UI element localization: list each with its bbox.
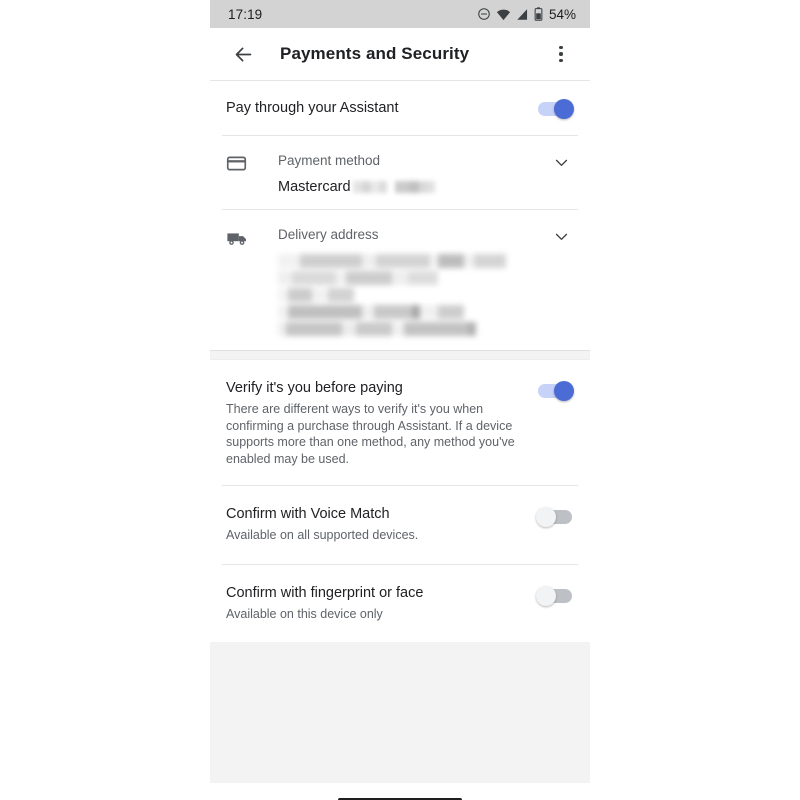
overflow-menu-button[interactable] (546, 37, 576, 71)
back-button[interactable] (226, 37, 260, 71)
toggle-thumb (536, 585, 556, 606)
back-arrow-icon (235, 47, 251, 61)
credit-card-icon (226, 152, 260, 174)
row-payment-method[interactable]: Payment method Mastercard (210, 136, 590, 195)
chevron-down-icon (555, 233, 567, 241)
row-verify-before-paying[interactable]: Verify it's you before paying There are … (210, 360, 590, 485)
payment-method-value: Mastercard (278, 179, 548, 195)
pay-through-assistant-label: Pay through your Assistant (226, 100, 399, 116)
toggle-thumb (554, 381, 574, 401)
do-not-disturb-icon (478, 8, 490, 20)
bottom-empty-area (210, 642, 590, 783)
payment-method-body: Payment method Mastercard (260, 152, 548, 195)
app-bar: Payments and Security (210, 28, 590, 80)
section-separator (210, 350, 590, 360)
battery-icon (534, 7, 543, 21)
payment-method-expander[interactable] (548, 152, 574, 171)
payment-method-header: Payment method (278, 153, 381, 168)
delivery-address-expander[interactable] (548, 226, 574, 245)
redacted-card-digits (394, 181, 435, 193)
wifi-icon (496, 9, 511, 20)
overflow-dot (559, 45, 563, 50)
battery-percent: 54% (548, 6, 576, 22)
payment-method-brand: Mastercard (278, 179, 351, 195)
voice-match-title: Confirm with Voice Match (226, 506, 390, 522)
delivery-address-header: Delivery address (278, 227, 379, 242)
voice-match-text: Confirm with Voice Match Available on al… (226, 504, 536, 544)
delivery-address-body: Delivery address (260, 226, 548, 342)
gesture-nav-bar (210, 783, 590, 800)
fingerprint-face-title: Confirm with fingerprint or face (226, 584, 424, 601)
cell-signal-icon (517, 8, 528, 20)
delivery-truck-icon (226, 226, 260, 249)
status-bar: 17:19 54% (210, 0, 590, 28)
toggle-thumb (554, 99, 574, 119)
fingerprint-face-toggle[interactable] (536, 585, 574, 607)
pay-through-assistant-toggle[interactable] (536, 98, 574, 120)
chevron-down-icon (555, 159, 567, 167)
voice-match-description: Available on all supported devices. (226, 528, 419, 542)
status-bar-icons: 54% (477, 7, 576, 22)
fingerprint-face-description: Available on this device only (226, 606, 383, 621)
verify-before-paying-toggle[interactable] (536, 380, 574, 402)
status-bar-clock: 17:19 (228, 6, 263, 22)
page-title: Payments and Security (280, 44, 470, 63)
verify-before-paying-text: Verify it's you before paying There are … (226, 378, 536, 467)
redacted-card-digits (352, 181, 387, 193)
row-delivery-address[interactable]: Delivery address (210, 210, 590, 342)
toggle-thumb (536, 507, 556, 527)
voice-match-toggle[interactable] (536, 506, 574, 528)
verify-before-paying-title: Verify it's you before paying (226, 380, 403, 396)
verify-before-paying-description: There are different ways to verify it's … (226, 402, 515, 466)
redacted-delivery-address (278, 254, 506, 342)
phone-screen: 17:19 54% Payments and Security Pay thro… (210, 0, 590, 800)
row-fingerprint-face[interactable]: Confirm with fingerprint or face Availab… (210, 564, 590, 642)
row-voice-match[interactable]: Confirm with Voice Match Available on al… (210, 486, 590, 564)
overflow-dot (559, 52, 563, 56)
fingerprint-face-text: Confirm with fingerprint or face Availab… (226, 583, 536, 623)
row-pay-through-assistant[interactable]: Pay through your Assistant (210, 81, 590, 135)
overflow-dot (559, 58, 563, 63)
